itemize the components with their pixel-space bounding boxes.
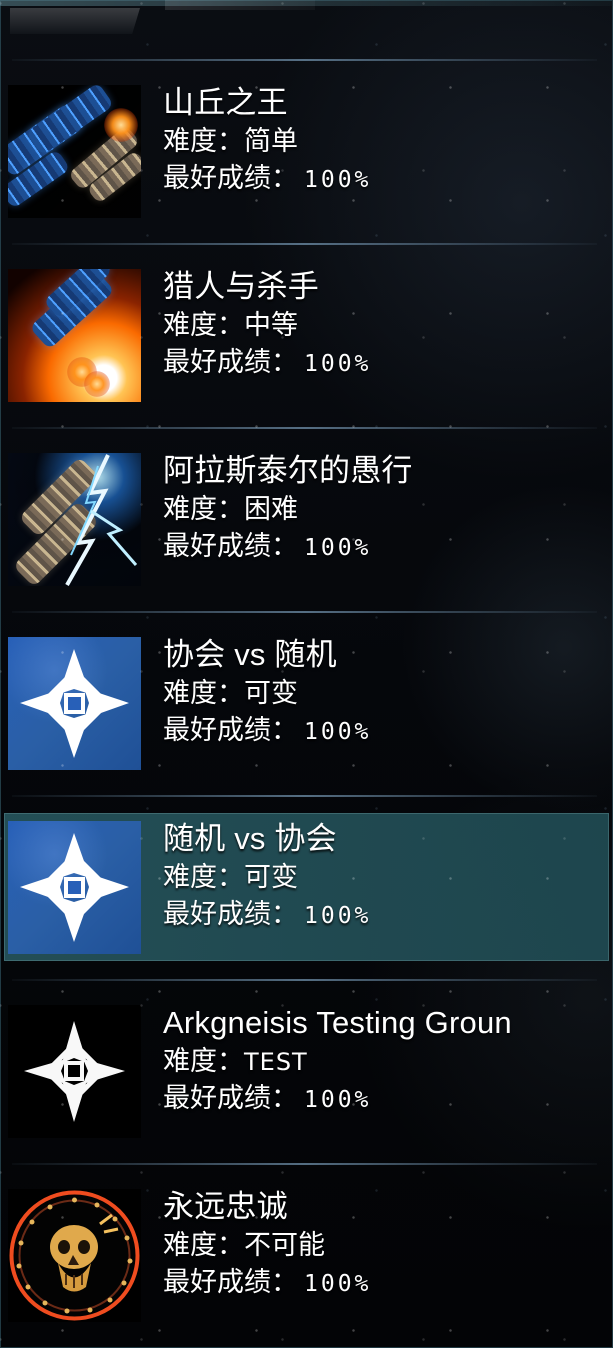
mission-row-7[interactable]: 永远忠诚 难度：不可能 最好成绩： 100% [0, 1163, 613, 1347]
guild-emblem-icon [8, 637, 141, 770]
difficulty-text: 难度：困难 [163, 492, 298, 526]
score-value: 100% [304, 167, 372, 193]
difficulty-text: 难度：简单 [163, 124, 298, 158]
row-divider [12, 611, 597, 613]
row-divider [12, 59, 597, 61]
score-text: 最好成绩： 100% [163, 1265, 371, 1301]
score-label: 最好成绩： [163, 715, 298, 745]
difficulty-value: 可变 [244, 862, 298, 892]
difficulty-label: 难度： [163, 310, 244, 340]
mission-row-4[interactable]: 协会 vs 随机 难度：可变 最好成绩： 100% [0, 611, 613, 795]
score-label: 最好成绩： [163, 347, 298, 377]
difficulty-value: 简单 [244, 126, 298, 156]
mission-title: 山丘之王 [163, 85, 288, 120]
mission-title: 猎人与杀手 [163, 269, 319, 304]
mission-row-3[interactable]: 阿拉斯泰尔的愚行 难度：困难 最好成绩： 100% [0, 427, 613, 611]
mission-row-6[interactable]: Arkgneisis Testing Groun 难度：TEST 最好成绩： 10… [0, 979, 613, 1163]
score-label: 最好成绩： [163, 899, 298, 929]
mission-title: 阿拉斯泰尔的愚行 [163, 453, 413, 488]
difficulty-label: 难度： [163, 126, 244, 156]
skull-medal-icon [8, 1189, 141, 1322]
score-value: 100% [304, 535, 372, 561]
difficulty-label: 难度： [163, 862, 244, 892]
score-text: 最好成绩： 100% [163, 345, 371, 381]
mission-row-1[interactable]: 山丘之王 难度：简单 最好成绩： 100% [0, 59, 613, 243]
difficulty-value: 不可能 [244, 1230, 325, 1260]
white-star-emblem-icon [8, 1005, 141, 1138]
difficulty-label: 难度： [163, 1230, 244, 1260]
previous-item-fragment [10, 8, 140, 34]
previous-item-fragment-line [165, 0, 315, 10]
mission-list-screen: 山丘之王 难度：简单 最好成绩： 100% 猎人与杀手 难度：中等 最好成绩： 10… [0, 0, 613, 1348]
burning-warship-icon [8, 269, 141, 402]
lightning-fleet-icon [8, 453, 141, 586]
score-label: 最好成绩： [163, 1083, 298, 1113]
difficulty-text: 难度：可变 [163, 860, 298, 894]
score-text: 最好成绩： 100% [163, 713, 371, 749]
mission-row-5-selected[interactable]: 随机 vs 协会 难度：可变 最好成绩： 100% [0, 795, 613, 979]
guild-emblem-icon [8, 821, 141, 954]
score-value: 100% [304, 1271, 372, 1297]
score-label: 最好成绩： [163, 1267, 298, 1297]
mission-title: 协会 vs 随机 [163, 637, 337, 672]
difficulty-text: 难度：TEST [163, 1044, 308, 1079]
difficulty-label: 难度： [163, 678, 244, 708]
difficulty-value: 中等 [244, 310, 298, 340]
score-value: 100% [304, 1087, 372, 1113]
score-value: 100% [304, 903, 372, 929]
score-text: 最好成绩： 100% [163, 1081, 371, 1117]
difficulty-text: 难度：可变 [163, 676, 298, 710]
score-value: 100% [304, 351, 372, 377]
difficulty-text: 难度：不可能 [163, 1228, 325, 1262]
score-value: 100% [304, 719, 372, 745]
difficulty-value: 可变 [244, 678, 298, 708]
score-label: 最好成绩： [163, 163, 298, 193]
mission-title: 永远忠诚 [163, 1189, 288, 1224]
difficulty-label: 难度： [163, 494, 244, 524]
mission-title: 随机 vs 协会 [163, 821, 337, 856]
row-divider [12, 1163, 597, 1165]
mission-title: Arkgneisis Testing Groun [163, 1005, 512, 1040]
difficulty-value: TEST [244, 1048, 308, 1076]
difficulty-text: 难度：中等 [163, 308, 298, 342]
row-divider [12, 795, 597, 797]
difficulty-value: 困难 [244, 494, 298, 524]
mission-row-2[interactable]: 猎人与杀手 难度：中等 最好成绩： 100% [0, 243, 613, 427]
battleship-fleet-icon [8, 85, 141, 218]
score-text: 最好成绩： 100% [163, 161, 371, 197]
row-divider [12, 979, 597, 981]
row-divider [12, 243, 597, 245]
row-divider [12, 427, 597, 429]
difficulty-label: 难度： [163, 1046, 244, 1076]
score-label: 最好成绩： [163, 531, 298, 561]
score-text: 最好成绩： 100% [163, 529, 371, 565]
score-text: 最好成绩： 100% [163, 897, 371, 933]
